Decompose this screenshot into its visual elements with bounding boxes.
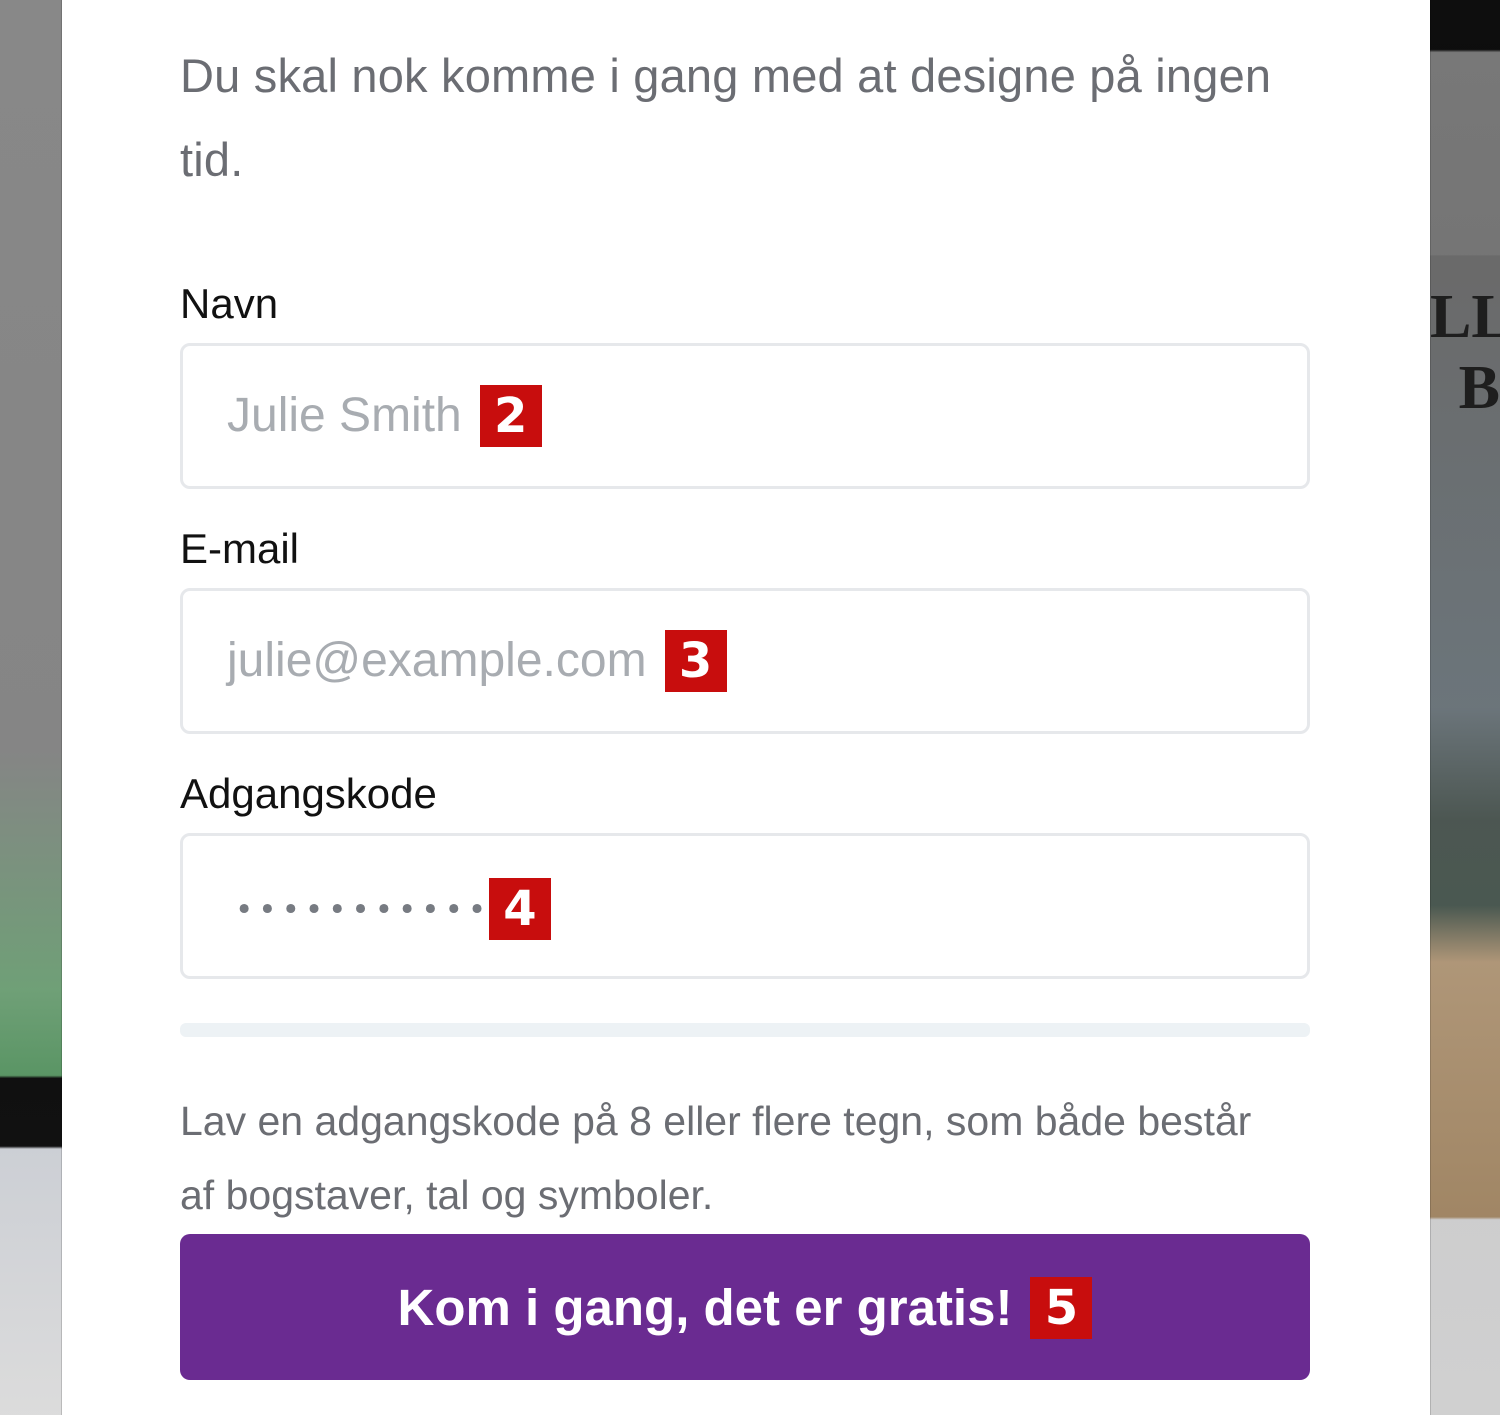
marker-2: 2	[479, 385, 542, 448]
marker-5: 5	[1030, 1276, 1093, 1339]
password-help-text: Lav en adgangskode på 8 eller flere tegn…	[180, 1098, 1252, 1218]
name-value: Julie Smith	[227, 389, 462, 442]
password-dots: ••••••••••••	[235, 892, 515, 928]
password-field-group: Adgangskode •••••••••••• 4	[180, 768, 1312, 979]
blurred-background-right	[1430, 0, 1500, 1415]
screen-viewport: LL B Du skal nok komme i gang med at des…	[0, 0, 1500, 1415]
name-field-group: Navn Julie Smith 2	[180, 278, 1312, 489]
signup-modal: Du skal nok komme i gang med at designe …	[62, 0, 1430, 1415]
name-label: Navn	[180, 280, 279, 327]
signup-form: Du skal nok komme i gang med at designe …	[180, 34, 1312, 1380]
email-value: julie@example.com	[227, 634, 647, 687]
email-input-value: julie@example.com 3	[227, 591, 727, 731]
name-input[interactable]: Julie Smith 2	[180, 343, 1310, 489]
marker-3: 3	[664, 630, 727, 693]
email-label: E-mail	[180, 525, 300, 572]
background-text-fragment: LL B	[1430, 283, 1500, 423]
signup-button[interactable]: Kom i gang, det er gratis! 5	[180, 1234, 1310, 1380]
password-input[interactable]: •••••••••••• 4	[180, 833, 1310, 979]
name-input-value: Julie Smith 2	[227, 346, 542, 486]
password-strength-bar	[180, 1023, 1310, 1037]
blurred-background-left	[0, 0, 62, 1415]
password-label: Adgangskode	[180, 770, 437, 817]
email-input[interactable]: julie@example.com 3	[180, 588, 1310, 734]
intro-text: Du skal nok komme i gang med at designe …	[180, 49, 1272, 186]
signup-button-label: Kom i gang, det er gratis!	[397, 1279, 1013, 1336]
marker-4: 4	[489, 878, 551, 940]
email-field-group: E-mail julie@example.com 3	[180, 523, 1312, 734]
